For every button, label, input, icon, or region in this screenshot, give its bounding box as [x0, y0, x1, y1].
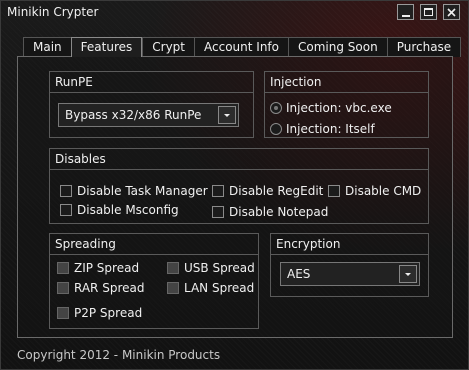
p2p-spread-checkbox[interactable]: P2P Spread	[57, 306, 142, 320]
injection-vbc-label: Injection: vbc.exe	[286, 101, 392, 115]
disable-task-manager-label: Disable Task Manager	[77, 184, 208, 198]
disables-divider	[50, 169, 428, 170]
checkbox-icon	[212, 185, 224, 197]
disable-task-manager-checkbox[interactable]: Disable Task Manager	[60, 184, 208, 198]
tab-main[interactable]: Main	[23, 37, 71, 57]
copyright-text: Copyright 2012 - Minikin Products	[17, 348, 221, 362]
checkbox-icon	[167, 262, 179, 274]
usb-spread-checkbox[interactable]: USB Spread	[167, 261, 255, 275]
p2p-spread-label: P2P Spread	[74, 306, 143, 320]
injection-itself-radio[interactable]: Injection: Itself	[270, 122, 375, 136]
encryption-dropdown-button[interactable]	[399, 265, 417, 283]
checkbox-icon	[60, 204, 72, 216]
spreading-group-title: Spreading	[55, 237, 116, 251]
checkbox-icon	[212, 206, 224, 218]
crypter-window: Minikin Crypter Main Features Crypt Acco…	[0, 0, 469, 370]
tab-coming-soon[interactable]: Coming Soon	[288, 37, 387, 57]
disable-cmd-checkbox[interactable]: Disable CMD	[328, 184, 421, 198]
zip-spread-label: ZIP Spread	[74, 261, 140, 275]
radio-selected-icon	[270, 102, 282, 114]
runpe-divider	[50, 92, 253, 93]
injection-group: Injection Injection: vbc.exe Injection: …	[264, 71, 429, 138]
runpe-dropdown-button[interactable]	[218, 106, 236, 124]
encryption-selected-value: AES	[287, 267, 311, 281]
minimize-button[interactable]	[397, 4, 414, 20]
disables-group-title: Disables	[55, 152, 106, 166]
lan-spread-checkbox[interactable]: LAN Spread	[167, 281, 254, 295]
rar-spread-checkbox[interactable]: RAR Spread	[57, 281, 144, 295]
radio-icon	[270, 123, 282, 135]
maximize-button[interactable]	[420, 4, 437, 20]
checkbox-icon	[57, 307, 69, 319]
checkbox-icon	[57, 262, 69, 274]
runpe-select[interactable]: Bypass x32/x86 RunPe	[58, 103, 239, 127]
spreading-group: Spreading ZIP Spread USB Spread RAR Spre…	[49, 233, 259, 329]
minimize-icon	[401, 14, 410, 17]
checkbox-icon	[328, 185, 340, 197]
runpe-group: RunPE Bypass x32/x86 RunPe	[49, 71, 254, 138]
disable-notepad-checkbox[interactable]: Disable Notepad	[212, 205, 328, 219]
runpe-group-title: RunPE	[55, 75, 93, 89]
checkbox-icon	[57, 282, 69, 294]
maximize-icon	[424, 8, 433, 16]
tab-account-info[interactable]: Account Info	[194, 37, 288, 57]
close-icon	[447, 7, 456, 17]
rar-spread-label: RAR Spread	[74, 281, 145, 295]
checkbox-icon	[60, 185, 72, 197]
lan-spread-label: LAN Spread	[184, 281, 255, 295]
checkbox-icon	[167, 282, 179, 294]
encryption-group: Encryption AES	[270, 233, 429, 297]
encryption-select[interactable]: AES	[280, 262, 420, 286]
disable-regedit-checkbox[interactable]: Disable RegEdit	[212, 184, 323, 198]
zip-spread-checkbox[interactable]: ZIP Spread	[57, 261, 139, 275]
disable-msconfig-label: Disable Msconfig	[77, 203, 179, 217]
tab-strip: Main Features Crypt Account Info Coming …	[23, 37, 462, 57]
encryption-divider	[271, 254, 428, 255]
tab-crypt[interactable]: Crypt	[142, 37, 195, 57]
disable-msconfig-checkbox[interactable]: Disable Msconfig	[60, 203, 179, 217]
close-button[interactable]	[443, 4, 460, 20]
injection-itself-label: Injection: Itself	[286, 122, 375, 136]
disables-group: Disables Disable Task Manager Disable Re…	[49, 148, 429, 224]
usb-spread-label: USB Spread	[184, 261, 255, 275]
injection-vbc-radio[interactable]: Injection: vbc.exe	[270, 101, 392, 115]
disable-regedit-label: Disable RegEdit	[229, 184, 324, 198]
window-title: Minikin Crypter	[7, 5, 99, 19]
injection-divider	[265, 92, 428, 93]
tab-purchase[interactable]: Purchase	[386, 37, 462, 57]
runpe-selected-value: Bypass x32/x86 RunPe	[65, 108, 202, 122]
chevron-down-icon	[405, 272, 411, 276]
disable-cmd-label: Disable CMD	[345, 184, 422, 198]
encryption-group-title: Encryption	[276, 237, 341, 251]
tab-features[interactable]: Features	[70, 37, 143, 57]
injection-group-title: Injection	[270, 75, 322, 89]
features-panel: RunPE Bypass x32/x86 RunPe Injection Inj…	[17, 56, 453, 338]
chevron-down-icon	[224, 113, 230, 117]
disable-notepad-label: Disable Notepad	[229, 205, 329, 219]
spreading-divider	[50, 254, 258, 255]
title-bar[interactable]: Minikin Crypter	[1, 1, 468, 23]
